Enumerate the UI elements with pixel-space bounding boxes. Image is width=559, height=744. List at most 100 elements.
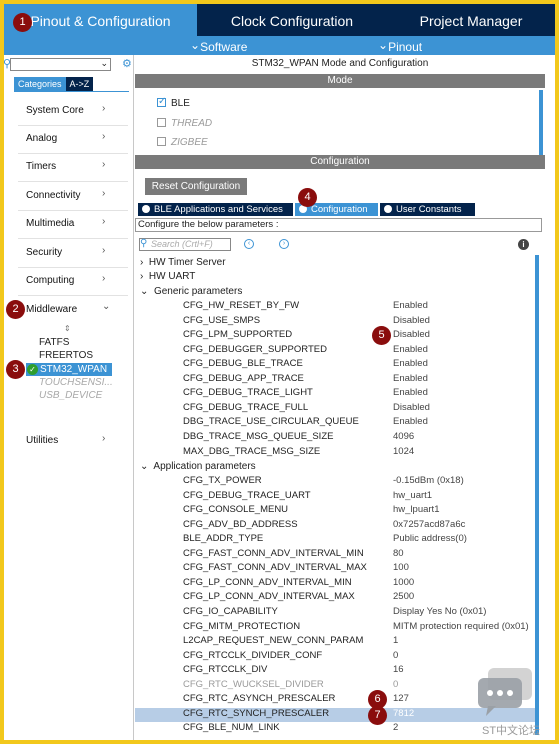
parameter-value[interactable]: Disabled (393, 329, 430, 340)
parameter-value[interactable]: Display Yes No (0x01) (393, 606, 486, 617)
parameter-row[interactable]: CFG_LPM_SUPPORTED Disabled (135, 329, 535, 344)
parameter-value[interactable]: Enabled (393, 344, 428, 355)
mode-thread-checkbox[interactable]: THREAD (157, 118, 212, 129)
parameter-value[interactable]: hw_lpuart1 (393, 504, 439, 515)
category-computing[interactable]: Computing (26, 275, 74, 286)
parameter-row[interactable]: CFG_DEBUG_TRACE_LIGHT Enabled (135, 387, 535, 402)
parameter-row[interactable]: CFG_DEBUGGER_SUPPORTED Enabled (135, 344, 535, 359)
chevron-right-icon[interactable]: › (102, 188, 105, 199)
category-system-core[interactable]: System Core (26, 105, 84, 116)
parameter-value[interactable]: Enabled (393, 416, 428, 427)
tab-a-z[interactable]: A->Z (65, 77, 94, 91)
parameter-row[interactable]: CFG_RTC_WUCKSEL_DIVIDER 0 (135, 679, 535, 694)
tab-categories[interactable]: Categories (14, 77, 66, 91)
parameter-row[interactable]: L2CAP_REQUEST_NEW_CONN_PARAM 1 (135, 635, 535, 650)
category-middleware[interactable]: Middleware (26, 304, 77, 315)
category-connectivity[interactable]: Connectivity (26, 190, 80, 201)
parameter-row[interactable]: CFG_RTCCLK_DIV 16 (135, 664, 535, 679)
tab-user-constants[interactable]: User Constants (380, 203, 475, 216)
chevron-right-icon[interactable]: › (102, 273, 105, 284)
parameter-value[interactable]: Enabled (393, 387, 428, 398)
parameter-value[interactable]: 0x7257acd87a6c (393, 519, 465, 530)
parameter-value[interactable]: 4096 (393, 431, 414, 442)
parameter-row[interactable]: CFG_DEBUG_TRACE_UART hw_uart1 (135, 490, 535, 505)
parameter-scrollbar[interactable] (535, 255, 539, 735)
group-application-parameters[interactable]: ⌄ Application parameters (140, 461, 256, 472)
parameter-value[interactable]: Enabled (393, 300, 428, 311)
chevron-down-icon[interactable]: ⌄ (100, 58, 108, 69)
parameter-value[interactable]: 0 (393, 679, 398, 690)
previous-icon[interactable]: ‹ (244, 239, 254, 249)
parameter-value[interactable]: Disabled (393, 402, 430, 413)
mode-scrollbar[interactable] (539, 90, 543, 160)
chevron-right-icon[interactable]: › (102, 245, 105, 256)
parameter-row[interactable]: CFG_DEBUG_TRACE_FULL Disabled (135, 402, 535, 417)
parameter-value[interactable]: Enabled (393, 358, 428, 369)
info-icon[interactable]: i (518, 239, 529, 250)
next-icon[interactable]: › (279, 239, 289, 249)
chevron-right-icon[interactable]: › (102, 216, 105, 227)
parameter-value[interactable]: hw_uart1 (393, 490, 432, 501)
tab-pinout-configuration[interactable]: Pinout & Configuration (4, 4, 197, 36)
parameter-row[interactable]: CFG_FAST_CONN_ADV_INTERVAL_MAX 100 (135, 562, 535, 577)
software-packs-menu[interactable]: ⌄ Software Packs (190, 38, 247, 68)
parameter-value[interactable]: 100 (393, 562, 409, 573)
parameter-value[interactable]: 80 (393, 548, 404, 559)
parameter-row[interactable]: CFG_LP_CONN_ADV_INTERVAL_MAX 2500 (135, 591, 535, 606)
parameter-value[interactable]: 1000 (393, 577, 414, 588)
parameter-row[interactable]: CFG_USE_SMPS Disabled (135, 315, 535, 330)
group-hw-timer-server[interactable]: › HW Timer Server (140, 257, 226, 268)
pinout-menu[interactable]: ⌄ Pinout (378, 38, 422, 54)
parameter-value[interactable]: 16 (393, 664, 404, 675)
parameter-row[interactable]: CFG_BLE_NUM_LINK 2 (135, 722, 535, 737)
category-search-input[interactable]: ⌄ (10, 58, 111, 71)
parameter-row[interactable]: CFG_MITM_PROTECTION MITM protection requi… (135, 621, 535, 636)
parameter-value[interactable]: 1 (393, 635, 398, 646)
parameter-row[interactable]: BLE_ADDR_TYPE Public address(0) (135, 533, 535, 548)
parameter-row[interactable]: CFG_RTCCLK_DIVIDER_CONF 0 (135, 650, 535, 665)
middleware-item-touchsensing[interactable]: TOUCHSENSI... (39, 377, 113, 388)
parameter-value[interactable]: Public address(0) (393, 533, 467, 544)
tab-ble-applications[interactable]: BLE Applications and Services (138, 203, 293, 216)
chevron-right-icon[interactable]: › (102, 433, 105, 444)
category-analog[interactable]: Analog (26, 133, 57, 144)
category-utilities[interactable]: Utilities (26, 435, 58, 446)
category-multimedia[interactable]: Multimedia (26, 218, 74, 229)
middleware-item-fatfs[interactable]: FATFS (39, 337, 69, 348)
parameter-value[interactable]: Disabled (393, 315, 430, 326)
chevron-right-icon[interactable]: › (102, 103, 105, 114)
parameter-value[interactable]: 1024 (393, 446, 414, 457)
middleware-item-usb-device[interactable]: USB_DEVICE (39, 390, 102, 401)
reset-configuration-button[interactable]: Reset Configuration (145, 178, 247, 195)
middleware-item-stm32-wpan[interactable]: ✓ STM32_WPAN (26, 363, 112, 376)
parameter-row[interactable]: MAX_DBG_TRACE_MSG_SIZE 1024 (135, 446, 535, 461)
parameter-value[interactable]: -0.15dBm (0x18) (393, 475, 464, 486)
parameter-value[interactable]: MITM protection required (0x01) (393, 621, 529, 632)
parameter-row[interactable]: CFG_TX_POWER -0.15dBm (0x18) (135, 475, 535, 490)
parameter-row[interactable]: DBG_TRACE_USE_CIRCULAR_QUEUE Enabled (135, 416, 535, 431)
category-timers[interactable]: Timers (26, 161, 56, 172)
parameter-row[interactable]: CFG_DEBUG_BLE_TRACE Enabled (135, 358, 535, 373)
parameter-row[interactable]: CFG_IO_CAPABILITY Display Yes No (0x01) (135, 606, 535, 621)
category-security[interactable]: Security (26, 247, 62, 258)
parameter-row[interactable]: CFG_CONSOLE_MENU hw_lpuart1 (135, 504, 535, 519)
parameter-row[interactable]: CFG_RTC_SYNCH_PRESCALER 7812 (135, 707, 535, 723)
group-generic-parameters[interactable]: ⌄ Generic parameters (140, 286, 242, 297)
middleware-item-freertos[interactable]: FREERTOS (39, 350, 93, 361)
parameter-value[interactable]: 2500 (393, 591, 414, 602)
tab-project-manager[interactable]: Project Manager (387, 4, 555, 36)
parameter-row[interactable]: DBG_TRACE_MSG_QUEUE_SIZE 4096 (135, 431, 535, 446)
parameter-value[interactable]: 7812 (393, 708, 414, 719)
parameter-row[interactable]: CFG_DEBUG_APP_TRACE Enabled (135, 373, 535, 388)
parameter-row[interactable]: CFG_ADV_BD_ADDRESS 0x7257acd87a6c (135, 519, 535, 534)
parameter-search-input[interactable]: Search (Crtl+F) (139, 238, 231, 251)
mode-ble-checkbox[interactable]: BLE (157, 96, 190, 109)
mode-zigbee-checkbox[interactable]: ZIGBEE (157, 137, 208, 148)
parameter-value[interactable]: 2 (393, 722, 398, 733)
chevron-right-icon[interactable]: › (102, 159, 105, 170)
parameter-value[interactable]: Enabled (393, 373, 428, 384)
group-hw-uart[interactable]: › HW UART (140, 271, 195, 282)
gear-icon[interactable]: ⚙ (122, 57, 132, 70)
parameter-row[interactable]: CFG_RTC_ASYNCH_PRESCALER 127 (135, 693, 535, 708)
chevron-down-icon[interactable]: ⌄ (102, 301, 110, 312)
